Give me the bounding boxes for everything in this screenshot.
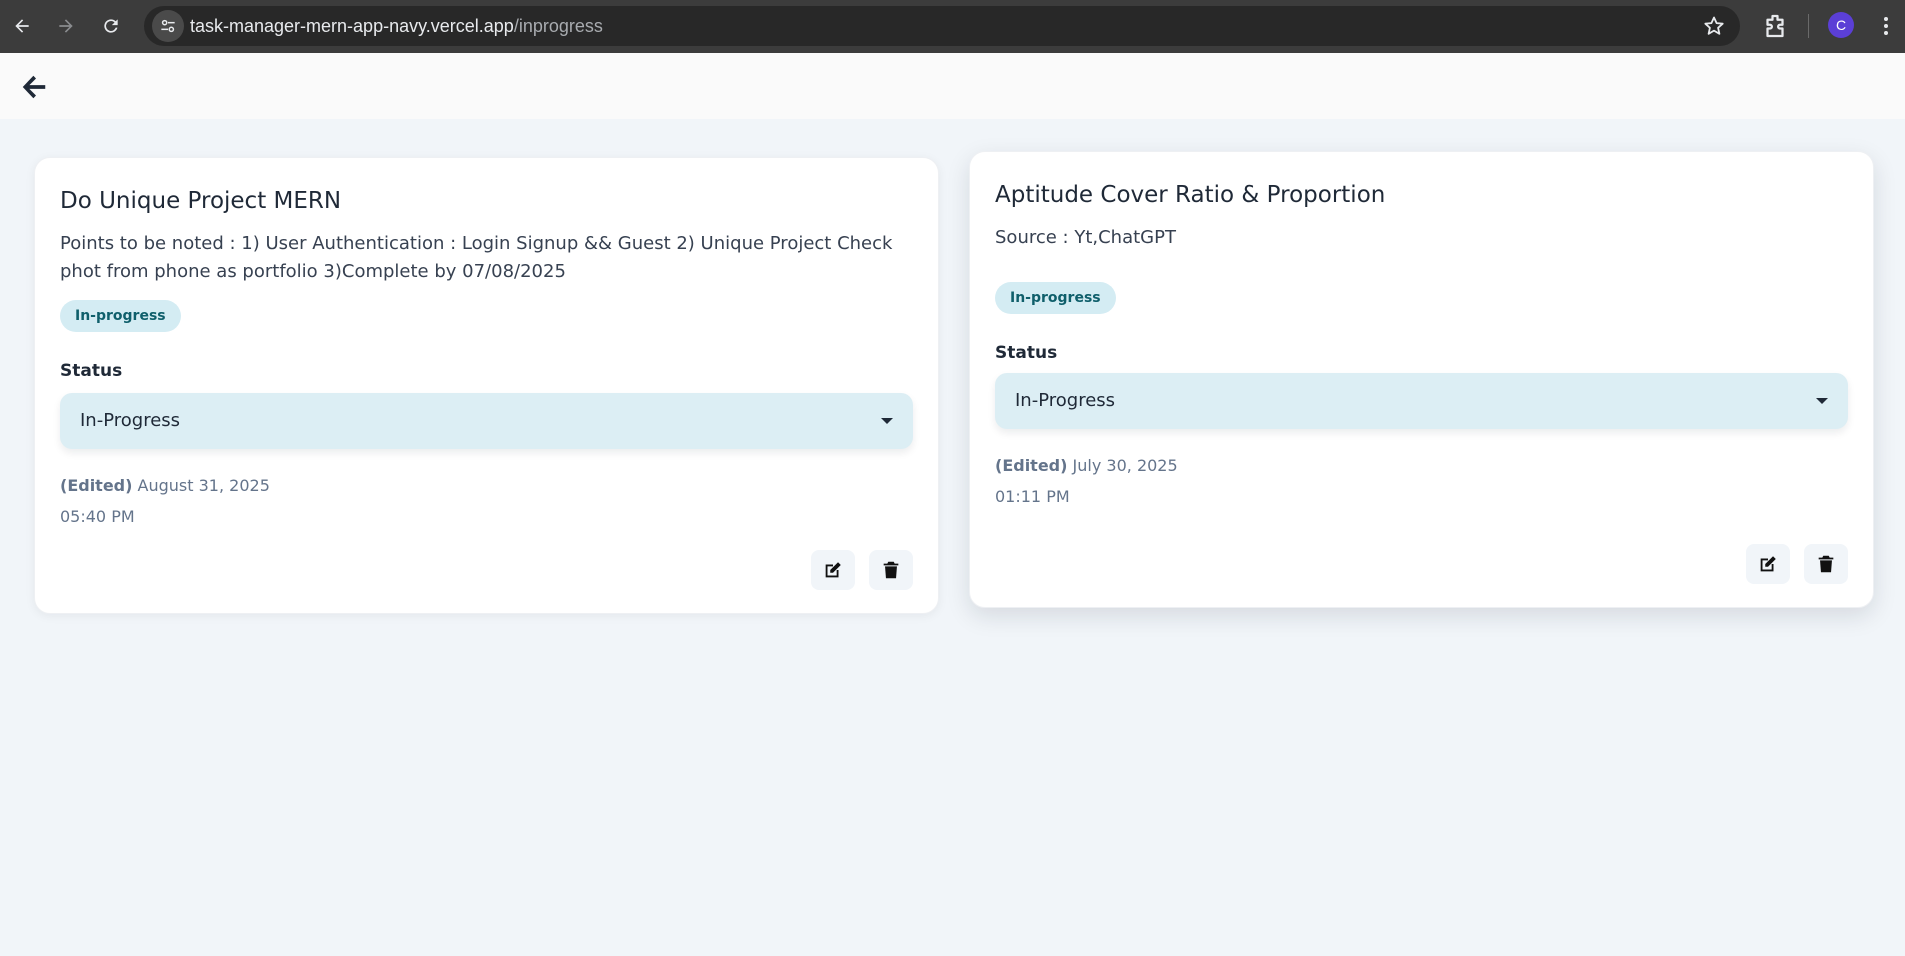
url-text: task-manager-mern-app-navy.vercel.app/in… (190, 6, 603, 46)
status-badge: In-progress (995, 282, 1116, 314)
tune-icon (161, 19, 175, 33)
edited-prefix: (Edited) (995, 456, 1068, 475)
address-bar[interactable]: task-manager-mern-app-navy.vercel.app/in… (144, 6, 1740, 46)
edited-date-value: July 30, 2025 (1072, 456, 1178, 475)
trash-icon (883, 561, 899, 579)
caret-down-icon (1816, 398, 1828, 404)
browser-toolbar: task-manager-mern-app-navy.vercel.app/in… (0, 0, 1905, 53)
site-info-button[interactable] (152, 10, 184, 42)
profile-avatar[interactable]: C (1828, 12, 1854, 38)
delete-button[interactable] (869, 550, 913, 590)
browser-forward-button[interactable] (50, 10, 82, 42)
back-button[interactable] (14, 67, 54, 107)
reload-icon (104, 19, 118, 33)
url-path: /inprogress (513, 16, 603, 36)
trash-icon (1818, 555, 1834, 573)
delete-button[interactable] (1804, 544, 1848, 584)
status-badge: In-progress (60, 300, 181, 332)
edit-icon (825, 562, 841, 578)
edit-button[interactable] (1746, 544, 1790, 584)
toolbar-divider (1808, 14, 1809, 38)
arrow-right-icon (59, 19, 73, 33)
arrow-left-icon (22, 75, 46, 99)
app-header (0, 53, 1905, 119)
edited-date-value: August 31, 2025 (137, 476, 270, 495)
edit-icon (1760, 556, 1776, 572)
caret-down-icon (881, 418, 893, 424)
browser-back-button[interactable] (6, 10, 38, 42)
task-card: Aptitude Cover Ratio & Proportion Source… (969, 151, 1874, 608)
status-label: Status (60, 361, 123, 381)
task-description: Source : Yt,ChatGPT (995, 227, 1176, 248)
bookmark-star-icon[interactable] (1702, 14, 1726, 38)
browser-reload-button[interactable] (95, 10, 127, 42)
edited-prefix: (Edited) (60, 476, 133, 495)
status-label: Status (995, 343, 1058, 363)
status-select-value: In-Progress (1015, 390, 1116, 411)
task-description: Points to be noted : 1) User Authenticat… (60, 233, 893, 282)
url-host: task-manager-mern-app-navy.vercel.app (190, 16, 514, 36)
extensions-puzzle-icon[interactable] (1760, 11, 1790, 41)
edit-button[interactable] (811, 550, 855, 590)
task-title: Aptitude Cover Ratio & Proportion (995, 182, 1386, 208)
task-card: Do Unique Project MERN Points to be note… (34, 157, 939, 614)
edited-time: 05:40 PM (60, 507, 135, 526)
more-vert-icon[interactable] (1876, 12, 1896, 40)
arrow-left-icon (15, 19, 29, 33)
status-select-value: In-Progress (80, 410, 181, 431)
status-select[interactable]: In-Progress (995, 373, 1848, 429)
edited-date: (Edited) August 31, 2025 (60, 476, 270, 495)
edited-time: 01:11 PM (995, 487, 1070, 506)
edited-date: (Edited) July 30, 2025 (995, 456, 1178, 475)
status-select[interactable]: In-Progress (60, 393, 913, 449)
task-title: Do Unique Project MERN (60, 188, 342, 214)
